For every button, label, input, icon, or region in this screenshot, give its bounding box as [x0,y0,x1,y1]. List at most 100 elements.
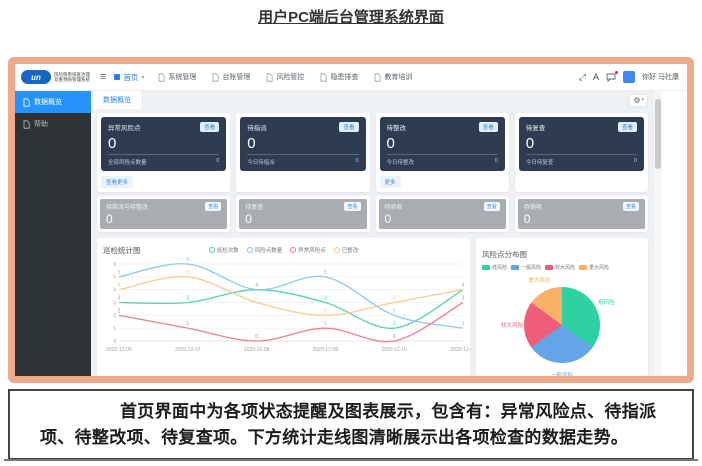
legend-swatch-icon [579,265,587,270]
view-button[interactable]: 查看 [344,202,360,211]
tab-data-overview[interactable]: 数据概览 [93,91,141,109]
secondary-card: 待指派与待整改 查看 0 [97,196,230,232]
sidebar-item[interactable]: 帮助 [15,113,91,135]
font-size-toggle[interactable]: A [593,72,599,82]
svg-text:2020-12-09: 2020-12-09 [313,347,339,353]
secondary-card-title: 待指派与待整改 [106,202,148,211]
notification-badge [615,71,619,75]
scrollbar[interactable] [654,91,662,376]
secondary-card: 待销项 查看 0 [515,196,648,232]
stat-card-subvalue: 0 [495,158,498,166]
messages-icon[interactable] [606,73,616,82]
legend-item[interactable]: 重大风险 [579,264,609,271]
legend-marker-icon [247,247,253,253]
view-button[interactable]: 查看 [484,202,500,211]
sidebar: 数据概览帮助 [15,91,91,376]
stat-card-subtitle: 今日待指派 [247,158,275,166]
stat-card-chip-button[interactable]: 查看更多 [101,176,133,188]
svg-text:1: 1 [113,326,116,332]
scrollbar-thumb[interactable] [655,99,661,169]
fullscreen-icon[interactable]: ⤢ [579,72,586,83]
secondary-card-title: 待验收 [385,202,403,211]
secondary-card-value: 0 [106,212,221,226]
nav-item[interactable]: 隐患排查 [320,72,358,82]
caption-text: 首页界面中为各项状态提醒及图表展示，包含有：异常风险点、待指派项、待整改项、待复… [40,399,662,450]
legend-marker-icon [290,247,296,253]
view-button[interactable]: 查看 [479,122,498,132]
content-area: 数据概览 ⚙ ▾ 异常风险点 查看 0 全部风险点数量 0 查看更多 [91,91,654,376]
stat-card-title: 待整改 [387,122,407,132]
navbar-right: ⤢ A 你好 马社康 [579,71,681,83]
window-margin [662,91,687,376]
nav-home-label: 首页 [123,72,138,83]
svg-text:3: 3 [462,296,465,302]
divider [4,459,698,461]
legend-item[interactable]: 低风险 [482,264,507,271]
tab-bar: 数据概览 ⚙ ▾ [91,91,648,109]
pie-chart: 低风险一般风险较大风险重大风险 [482,273,642,377]
view-button[interactable]: 查看 [200,122,219,132]
legend-item[interactable]: 巡检次数 [209,246,239,254]
stat-card-value: 0 [387,135,498,155]
legend-swatch-icon [545,265,553,270]
svg-text:0: 0 [393,334,396,340]
top-navbar: un 风险隐患排查治理 双重预防管理系统 ≡ 首页 ▾ 系统管理台账管理风险管控… [15,64,687,91]
document-icon [266,73,273,82]
nav-item[interactable]: 风险管控 [266,72,304,82]
legend-item[interactable]: 较大风险 [545,264,575,271]
svg-text:4: 4 [462,283,465,289]
secondary-card-row: 待指派与待整改 查看 0 待复查 查看 0 待验收 查看 0 待销项 查 [97,196,648,232]
view-button[interactable]: 查看 [623,202,639,211]
svg-text:0: 0 [113,339,116,345]
svg-text:1: 1 [186,321,189,327]
legend-item[interactable]: 一般风险 [511,264,541,271]
nav-item[interactable]: 教育培训 [374,72,412,82]
svg-text:1: 1 [462,321,465,327]
legend-item[interactable]: 异常风险点 [290,246,326,254]
view-button[interactable]: 查看 [205,202,221,211]
view-button[interactable]: 查看 [618,122,637,132]
document-icon [320,73,327,82]
pie-slice-label: 低风险 [598,298,615,306]
stat-card-chip-button[interactable]: 更多 [380,176,401,188]
secondary-card-title: 待销项 [524,202,542,211]
stat-card-value: 0 [247,135,358,155]
secondary-card: 待复查 查看 0 [236,196,369,232]
avatar[interactable] [623,71,635,83]
svg-text:5: 5 [118,270,121,276]
svg-text:1: 1 [324,321,327,327]
logo-line2: 双重预防管理系统 [54,77,90,82]
svg-text:5: 5 [186,270,189,276]
svg-text:2020-12-11: 2020-12-11 [450,347,471,353]
pie-graphic [524,287,600,363]
stat-card-subvalue: 0 [634,158,637,166]
sidebar-item[interactable]: 数据概览 [15,91,91,113]
gear-icon: ⚙ [633,96,640,105]
secondary-card-title: 待复查 [245,202,263,211]
settings-button[interactable]: ⚙ ▾ [629,94,648,107]
document-icon [23,98,30,107]
document-icon [374,73,381,82]
secondary-card: 待验收 查看 0 [376,196,509,232]
pie-chart-card: 风险点分布图 低风险一般风险较大风险重大风险 低风险一般风险较大风险重大风险 [476,238,648,383]
nav-item[interactable]: 系统管理 [158,72,196,82]
nav-item-home[interactable]: 首页 ▾ [114,72,144,83]
stat-card: 异常风险点 查看 0 全部风险点数量 0 查看更多 [97,113,230,192]
svg-text:2: 2 [118,308,121,314]
pie-slice-label: 重大风险 [528,276,550,284]
svg-text:2: 2 [324,308,327,314]
stat-card-subtitle: 全部风险点数量 [108,158,147,166]
svg-text:4: 4 [255,283,258,289]
pie-slice-label: 一般风险 [551,371,573,379]
legend-marker-icon [334,247,340,253]
svg-text:6: 6 [186,257,189,263]
nav-item[interactable]: 台账管理 [212,72,250,82]
menu-toggle-icon[interactable]: ≡ [100,71,106,83]
svg-text:3: 3 [324,296,327,302]
legend-item[interactable]: 风险点数量 [247,246,283,254]
view-button[interactable]: 查看 [339,122,358,132]
stat-card: 待整改 查看 0 今日待整改 0 更多 [376,113,509,192]
legend-item[interactable]: 已整改 [334,246,359,254]
svg-text:2020-12-10: 2020-12-10 [381,347,407,353]
stat-card-title: 待复查 [526,122,546,132]
